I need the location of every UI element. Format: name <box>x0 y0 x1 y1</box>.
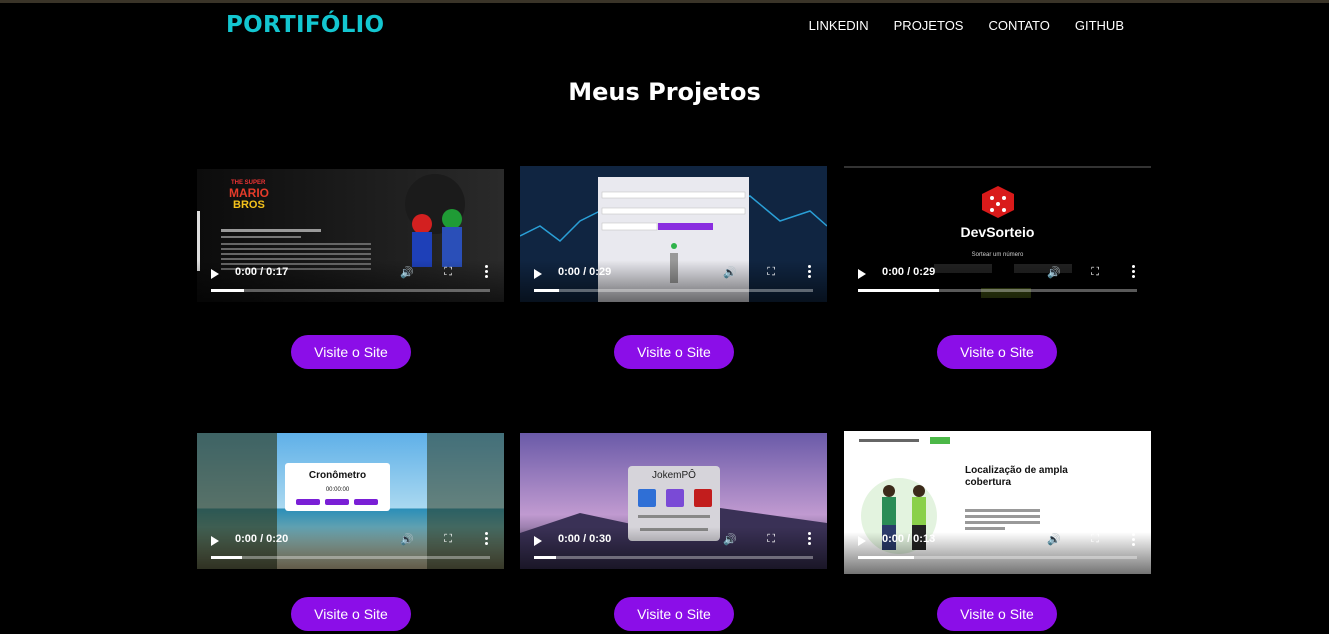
video-time: 0:00 / 0:29 <box>882 266 936 278</box>
project-video[interactable]: Cronômetro 00:00:00 0:00 / 0:20 🔊 ⛶ <box>197 433 504 569</box>
more-options-icon[interactable] <box>1132 533 1135 548</box>
video-controls: 0:00 / 0:17 🔊 ⛶ <box>197 260 504 302</box>
video-controls: 0:00 / 0:29 🔊 ⛶ <box>844 260 1151 302</box>
video-controls: 0:00 / 0:20 🔊 ⛶ <box>197 527 504 569</box>
progress-fill <box>858 289 939 292</box>
project-video[interactable]: THE SUPER MARIO BROS 0:00 / 0:17 🔊 ⛶ <box>197 169 504 302</box>
video-time: 0:00 / 0:20 <box>235 533 289 545</box>
project-card: DevSorteio Sortear um número 0:00 / 0:29… <box>844 166 1151 302</box>
video-controls: 0:00 / 0:30 🔊 ⛶ <box>520 527 827 569</box>
project-card: THE SUPER MARIO BROS 0:00 / 0:17 🔊 ⛶ <box>197 169 504 302</box>
fullscreen-icon[interactable]: ⛶ <box>767 266 775 279</box>
nav-linkedin[interactable]: LINKEDIN <box>809 18 869 33</box>
progress-fill <box>211 289 245 292</box>
visit-site-button[interactable]: Visite o Site <box>614 597 734 631</box>
progress-fill <box>534 556 557 559</box>
volume-icon[interactable]: 🔊 <box>1047 533 1061 546</box>
video-progress[interactable] <box>858 556 1137 559</box>
nav-github[interactable]: GITHUB <box>1075 18 1124 33</box>
video-time: 0:00 / 0:17 <box>235 266 289 278</box>
fullscreen-icon[interactable]: ⛶ <box>1091 533 1099 546</box>
visit-site-button[interactable]: Visite o Site <box>291 335 411 369</box>
video-time: 0:00 / 0:30 <box>558 533 612 545</box>
fullscreen-icon[interactable]: ⛶ <box>444 266 452 279</box>
play-icon[interactable] <box>858 269 866 279</box>
fullscreen-icon[interactable]: ⛶ <box>444 533 452 546</box>
video-top-border <box>844 166 1151 168</box>
more-options-icon[interactable] <box>808 265 811 280</box>
play-icon[interactable] <box>858 536 866 546</box>
play-icon[interactable] <box>534 269 542 279</box>
project-card: Cronômetro 00:00:00 0:00 / 0:20 🔊 ⛶ <box>197 433 504 569</box>
play-icon[interactable] <box>534 536 542 546</box>
video-progress[interactable] <box>534 556 813 559</box>
video-progress[interactable] <box>858 289 1137 292</box>
progress-fill <box>534 289 560 292</box>
volume-icon[interactable]: 🔊 <box>723 533 737 546</box>
project-video[interactable]: 0:00 / 0:29 🔊 ⛶ <box>520 166 827 302</box>
site-logo[interactable]: PORTIFÓLIO <box>226 12 384 38</box>
progress-fill <box>211 556 242 559</box>
thumb-subtitle: 00:00:00 <box>325 487 350 493</box>
project-video[interactable]: JokemPÔ 0:00 / 0:30 🔊 ⛶ <box>520 433 827 569</box>
visit-site-button[interactable]: Visite o Site <box>937 597 1057 631</box>
play-icon[interactable] <box>211 536 219 546</box>
project-card: Localização de ampla cobertura 0:00 / 0:… <box>844 431 1151 574</box>
svg-text:BROS: BROS <box>233 199 265 211</box>
more-options-icon[interactable] <box>1132 265 1135 280</box>
volume-icon[interactable]: 🔊 <box>400 533 414 546</box>
more-options-icon[interactable] <box>485 265 488 280</box>
video-progress[interactable] <box>534 289 813 292</box>
video-controls: 0:00 / 0:29 🔊 ⛶ <box>520 260 827 302</box>
nav-contato[interactable]: CONTATO <box>988 18 1049 33</box>
project-video[interactable]: Localização de ampla cobertura 0:00 / 0:… <box>844 431 1151 574</box>
more-options-icon[interactable] <box>485 532 488 547</box>
video-progress[interactable] <box>211 556 490 559</box>
visit-site-button[interactable]: Visite o Site <box>937 335 1057 369</box>
fullscreen-icon[interactable]: ⛶ <box>767 533 775 546</box>
main-nav: LINKEDIN PROJETOS CONTATO GITHUB <box>809 18 1124 33</box>
fullscreen-icon[interactable]: ⛶ <box>1091 266 1099 279</box>
page-title: Meus Projetos <box>568 78 761 106</box>
thumb-title: Localização de ampla cobertura <box>965 465 1068 488</box>
thumb-title: DevSorteio <box>960 224 1035 240</box>
video-time: 0:00 / 0:29 <box>558 266 612 278</box>
svg-text:MARIO: MARIO <box>229 186 269 200</box>
more-options-icon[interactable] <box>808 532 811 547</box>
thumb-title: JokemPÔ <box>652 470 696 481</box>
nav-projetos[interactable]: PROJETOS <box>894 18 964 33</box>
volume-icon[interactable]: 🔊 <box>723 266 737 279</box>
volume-icon[interactable]: 🔊 <box>1047 266 1061 279</box>
project-video[interactable]: DevSorteio Sortear um número 0:00 / 0:29… <box>844 166 1151 302</box>
video-controls: 0:00 / 0:13 🔊 ⛶ <box>844 532 1151 574</box>
thumb-title: Cronômetro <box>308 470 367 481</box>
visit-site-button[interactable]: Visite o Site <box>291 597 411 631</box>
project-card: JokemPÔ 0:00 / 0:30 🔊 ⛶ <box>520 433 827 569</box>
project-card: 0:00 / 0:29 🔊 ⛶ <box>520 166 827 302</box>
dice-icon <box>982 186 1014 218</box>
video-time: 0:00 / 0:13 <box>882 533 936 545</box>
progress-fill <box>858 556 914 559</box>
top-border <box>0 0 1329 3</box>
visit-site-button[interactable]: Visite o Site <box>614 335 734 369</box>
thumb-subtitle: Sortear um número <box>971 252 1024 258</box>
video-progress[interactable] <box>211 289 490 292</box>
play-icon[interactable] <box>211 269 219 279</box>
volume-icon[interactable]: 🔊 <box>400 266 414 279</box>
